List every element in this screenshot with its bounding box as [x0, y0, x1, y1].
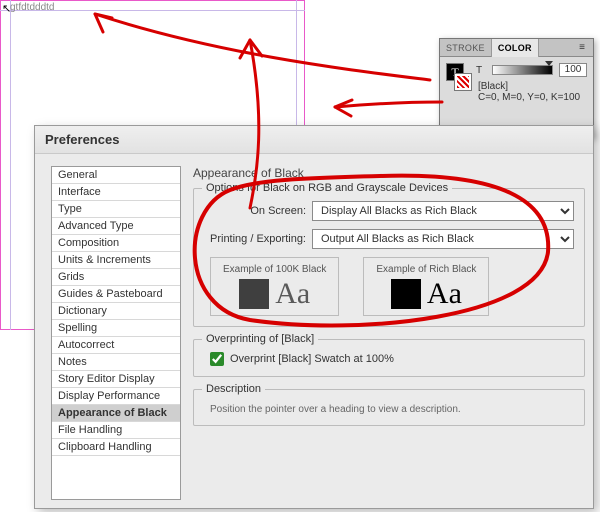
printing-label: Printing / Exporting:	[204, 233, 312, 245]
preferences-dialog: Preferences GeneralInterfaceTypeAdvanced…	[34, 125, 594, 509]
category-item[interactable]: Clipboard Handling	[52, 439, 180, 456]
category-item[interactable]: Advanced Type	[52, 218, 180, 235]
category-item[interactable]: Dictionary	[52, 303, 180, 320]
swatch-name: [Black]	[478, 81, 587, 92]
category-item[interactable]: Interface	[52, 184, 180, 201]
swatch-breakdown: C=0, M=0, Y=0, K=100	[478, 92, 587, 103]
overprint-checkbox[interactable]	[210, 352, 224, 366]
swatch-100k-icon	[239, 279, 269, 309]
category-item[interactable]: Story Editor Display	[52, 371, 180, 388]
group-overprint: Overprinting of [Black] Overprint [Black…	[193, 339, 585, 377]
panel-heading: Appearance of Black	[193, 166, 585, 180]
onscreen-select[interactable]: Display All Blacks as Rich Black	[312, 201, 574, 221]
category-item[interactable]: Grids	[52, 269, 180, 286]
tab-color[interactable]: COLOR	[491, 39, 539, 57]
category-item[interactable]: Display Performance	[52, 388, 180, 405]
group-legend: Description	[202, 383, 265, 395]
stroke-swatch[interactable]	[454, 73, 472, 91]
panel-tabs: STROKE COLOR ≡	[440, 39, 593, 57]
example-100k-label: Example of 100K Black	[223, 264, 326, 275]
category-item[interactable]: Notes	[52, 354, 180, 371]
category-item[interactable]: Spelling	[52, 320, 180, 337]
category-item[interactable]: Appearance of Black	[52, 405, 180, 422]
group-legend: Options for Black on RGB and Grayscale D…	[202, 182, 452, 194]
example-rich-black: Example of Rich Black Aa	[363, 257, 489, 316]
tint-label: T	[476, 65, 486, 76]
panel-appearance-of-black: Appearance of Black Options for Black on…	[193, 166, 585, 500]
category-list[interactable]: GeneralInterfaceTypeAdvanced TypeComposi…	[51, 166, 181, 500]
category-item[interactable]: Type	[52, 201, 180, 218]
group-description: Description Position the pointer over a …	[193, 389, 585, 426]
tab-stroke[interactable]: STROKE	[440, 39, 491, 57]
onscreen-label: On Screen:	[204, 205, 312, 217]
example-rich-label: Example of Rich Black	[376, 264, 476, 275]
tint-value-field[interactable]: 100	[559, 63, 587, 77]
dialog-title: Preferences	[35, 126, 593, 154]
description-text: Position the pointer over a heading to v…	[210, 404, 574, 415]
printing-select[interactable]: Output All Blacks as Rich Black	[312, 229, 574, 249]
category-item[interactable]: Guides & Pasteboard	[52, 286, 180, 303]
swatch-rich-icon	[391, 279, 421, 309]
document-sample-text: gtfdtdddtd	[10, 2, 54, 13]
sample-text-rich: Aa	[427, 279, 462, 309]
category-item[interactable]: File Handling	[52, 422, 180, 439]
example-100k-black: Example of 100K Black Aa	[210, 257, 339, 316]
group-legend: Overprinting of [Black]	[202, 333, 318, 345]
margin-guide	[10, 0, 11, 330]
panel-menu-icon[interactable]: ≡	[575, 42, 589, 53]
tint-slider[interactable]	[492, 65, 553, 75]
overprint-row[interactable]: Overprint [Black] Swatch at 100%	[210, 352, 574, 366]
group-options-black: Options for Black on RGB and Grayscale D…	[193, 188, 585, 327]
overprint-label: Overprint [Black] Swatch at 100%	[230, 353, 394, 365]
category-item[interactable]: General	[52, 167, 180, 184]
category-item[interactable]: Composition	[52, 235, 180, 252]
sample-text-100k: Aa	[275, 279, 310, 309]
slider-thumb-icon[interactable]	[545, 61, 553, 66]
color-panel[interactable]: STROKE COLOR ≡ T T 100 [Black] C=0, M=0,…	[439, 38, 594, 138]
fill-stroke-proxy[interactable]: T	[446, 63, 470, 91]
category-item[interactable]: Autocorrect	[52, 337, 180, 354]
category-item[interactable]: Units & Increments	[52, 252, 180, 269]
